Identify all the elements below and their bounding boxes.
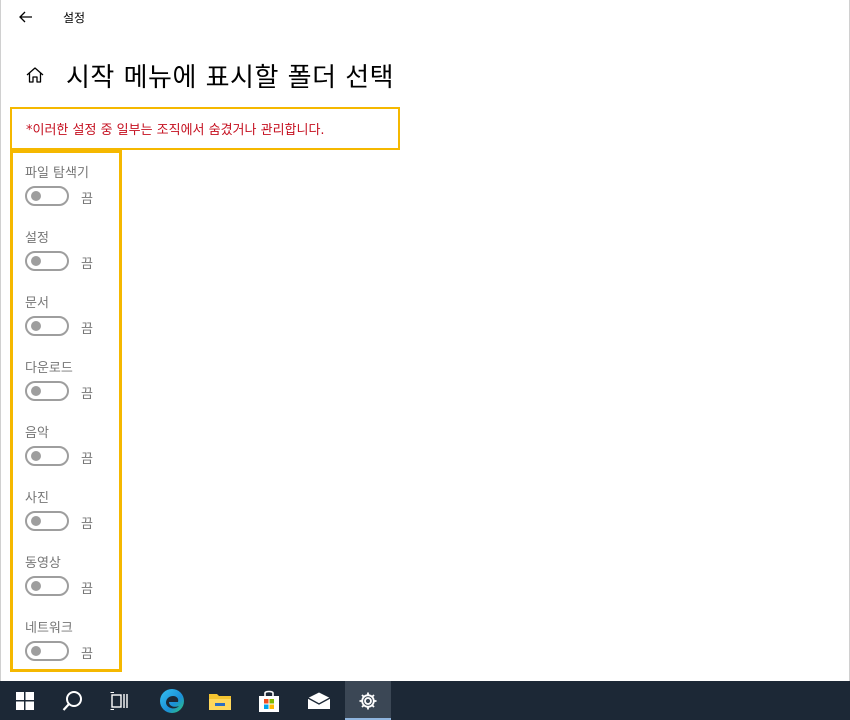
toggle-state-label: 끔 (81, 192, 93, 207)
folder-toggles-highlight: 파일 탐색기 끔 설정 끔 문서 끔 다운로드 끔 음악 끔 사진 끔 동영상 … (10, 150, 122, 672)
settings-toggle[interactable] (25, 251, 69, 271)
toggle-state-label: 끔 (81, 452, 93, 467)
folder-item-documents: 문서 끔 (25, 292, 125, 352)
edge-browser-icon (160, 688, 184, 713)
folder-item-settings: 설정 끔 (25, 227, 125, 287)
toggle-knob (31, 581, 41, 591)
toggle-state-label: 끔 (81, 387, 93, 402)
folder-label: 사진 (25, 491, 49, 506)
edge-browser-button[interactable] (149, 681, 195, 720)
back-button[interactable] (12, 6, 40, 28)
search-icon (62, 690, 82, 711)
managed-notice-highlight: *이러한 설정 중 일부는 조직에서 숨겼거나 관리합니다. (10, 107, 400, 150)
task-view-icon (110, 691, 128, 710)
mail-icon (307, 692, 331, 709)
file-explorer-icon (209, 693, 231, 710)
taskbar (0, 681, 850, 720)
settings-gear-icon (359, 692, 377, 709)
toggle-state-label: 끔 (81, 517, 93, 532)
microsoft-store-icon (259, 690, 279, 712)
toggle-state-label: 끔 (81, 582, 93, 597)
window-left-border (0, 0, 1, 681)
start-button[interactable] (2, 681, 48, 720)
toggle-knob (31, 646, 41, 656)
managed-notice-text: *이러한 설정 중 일부는 조직에서 숨겼거나 관리합니다. (26, 123, 325, 138)
folder-label: 동영상 (25, 556, 61, 571)
folder-label: 설정 (25, 231, 49, 246)
toggle-knob (31, 256, 41, 266)
toggle-state-label: 끔 (81, 647, 93, 662)
toggle-state-label: 끔 (81, 322, 93, 337)
page-title: 시작 메뉴에 표시할 폴더 선택 (66, 62, 395, 93)
folder-item-downloads: 다운로드 끔 (25, 357, 125, 417)
folder-item-videos: 동영상 끔 (25, 552, 125, 612)
toggle-knob (31, 321, 41, 331)
file-explorer-toggle[interactable] (25, 186, 69, 206)
folder-label: 파일 탐색기 (25, 166, 89, 181)
videos-toggle[interactable] (25, 576, 69, 596)
folder-item-file-explorer: 파일 탐색기 끔 (25, 162, 125, 222)
toggle-knob (31, 191, 41, 201)
folder-label: 문서 (25, 296, 49, 311)
folder-item-pictures: 사진 끔 (25, 487, 125, 547)
toggle-state-label: 끔 (81, 257, 93, 272)
folder-label: 네트워크 (25, 621, 73, 636)
app-title: 설정 (63, 11, 86, 25)
microsoft-store-button[interactable] (246, 681, 292, 720)
search-button[interactable] (50, 681, 96, 720)
title-bar: 설정 (0, 0, 850, 36)
page-header: 시작 메뉴에 표시할 폴더 선택 (24, 55, 394, 95)
downloads-toggle[interactable] (25, 381, 69, 401)
mail-button[interactable] (296, 681, 342, 720)
documents-toggle[interactable] (25, 316, 69, 336)
back-arrow-icon (19, 11, 32, 23)
home-icon[interactable] (24, 64, 46, 86)
folder-item-music: 음악 끔 (25, 422, 125, 482)
toggle-knob (31, 386, 41, 396)
folder-label: 음악 (25, 426, 49, 441)
settings-app-button[interactable] (345, 681, 391, 720)
folder-label: 다운로드 (25, 361, 73, 376)
folder-item-network: 네트워크 끔 (25, 617, 125, 677)
toggle-knob (31, 516, 41, 526)
network-toggle[interactable] (25, 641, 69, 661)
file-explorer-button[interactable] (197, 681, 243, 720)
pictures-toggle[interactable] (25, 511, 69, 531)
toggle-knob (31, 451, 41, 461)
windows-start-icon (16, 691, 34, 710)
music-toggle[interactable] (25, 446, 69, 466)
task-view-button[interactable] (97, 681, 143, 720)
